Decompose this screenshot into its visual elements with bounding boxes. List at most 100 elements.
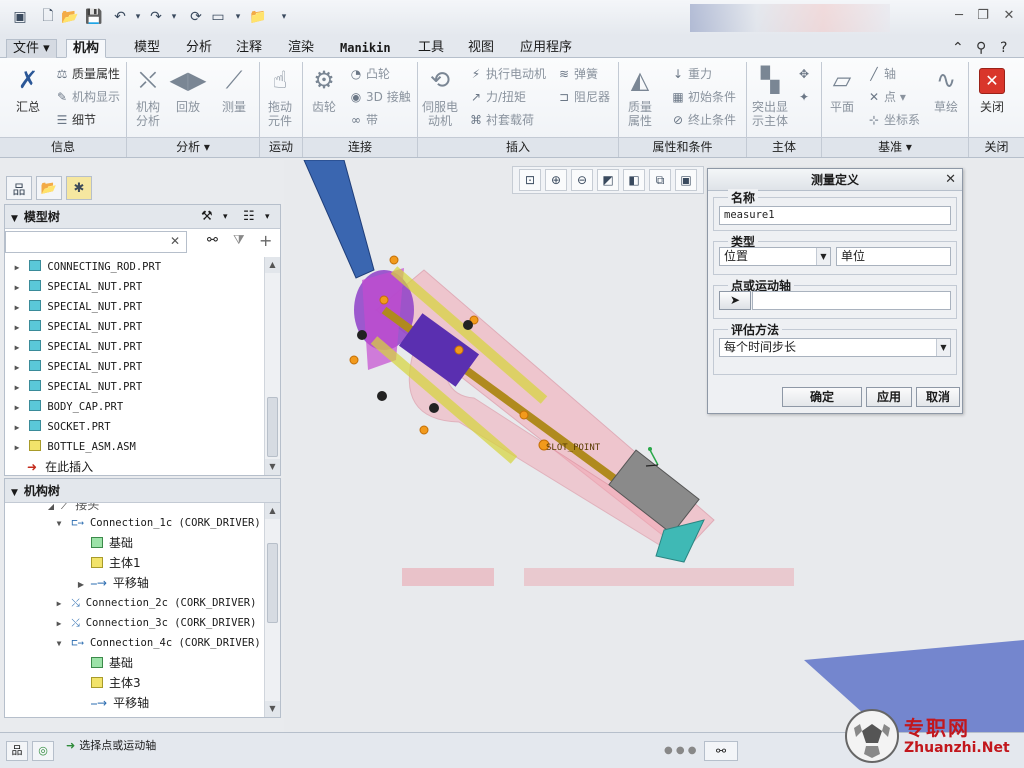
find-toolbar-icon[interactable]: ⚯ (704, 741, 738, 761)
favorites-tab-icon[interactable]: ✱ (66, 176, 92, 200)
servo-motor-button[interactable]: ⟲ 伺服电 动机 (418, 64, 462, 134)
force-torque-button[interactable]: ↗ 力/扭矩 (468, 87, 526, 107)
minimize-icon[interactable]: ─ (948, 8, 970, 26)
tab-view[interactable]: 视图 (462, 39, 500, 58)
connection-item[interactable]: ▶ ⤯ Connection_2c (CORK_DRIVER) (53, 593, 257, 613)
point-axis-input[interactable] (752, 291, 951, 310)
find-icon[interactable]: ⚯ (207, 233, 218, 248)
tab-file[interactable]: 文件 ▾ (6, 39, 57, 58)
playback-button[interactable]: ◀▶ 回放 (166, 64, 210, 134)
refit-icon[interactable]: ⊡ (519, 169, 541, 191)
connection-item[interactable]: ▼ ⊏→ Connection_1c (CORK_DRIVER) (53, 513, 261, 533)
close-window-icon[interactable]: 📁 (248, 7, 268, 27)
collapse-model-tree-icon[interactable]: ▼ (11, 214, 18, 224)
ok-button[interactable]: 确定 (782, 387, 862, 407)
tree-item[interactable]: ▶ SPECIAL_NUT.PRT (11, 277, 142, 297)
measure-button[interactable]: ⟋ 测量 (212, 64, 256, 134)
browser-toggle-icon[interactable]: ◎ (32, 741, 54, 761)
mech-analysis-button[interactable]: ⛌ 机构 分析 (126, 64, 170, 134)
termination-condition-button[interactable]: ⊘ 终止条件 (670, 110, 736, 130)
annotation-display-icon[interactable]: ▣ (675, 169, 697, 191)
windows-icon[interactable]: ▭ (208, 7, 228, 27)
connection-item[interactable]: ▶ ⤯ Connection_3c (CORK_DRIVER) (53, 613, 257, 633)
highlight-bodies-button[interactable]: ▚ 突出显 示主体 (748, 64, 792, 134)
damper-button[interactable]: ⊐ 阻尼器 (556, 87, 610, 107)
plane-button[interactable]: ▱ 平面 (820, 64, 864, 134)
scroll-up-icon[interactable]: ▲ (265, 503, 280, 519)
tree-columns-icon[interactable]: ☷ (243, 205, 255, 229)
csys-button[interactable]: ⊹ 坐标系 (866, 110, 920, 130)
tree-leaf[interactable]: 基础 (91, 533, 133, 553)
tab-model[interactable]: 模型 (128, 39, 166, 58)
redo-dropdown-icon[interactable]: ▾ (164, 7, 184, 27)
drag-components-button[interactable]: ☝ 拖动 元件 (258, 64, 302, 134)
body-tool-1-icon[interactable]: ✥ (796, 64, 814, 84)
mass-properties-button[interactable]: ⚖ 质量属性 (54, 64, 120, 84)
tree-item[interactable]: ▶ SPECIAL_NUT.PRT (11, 297, 142, 317)
close-icon[interactable]: ✕ (998, 8, 1020, 26)
tree-item[interactable]: ▶ BOTTLE_ASM.ASM (11, 437, 136, 457)
tree-search-input[interactable]: ✕ (5, 231, 187, 253)
clear-search-icon[interactable]: ✕ (170, 234, 180, 248)
display-style-icon[interactable]: ◧ (623, 169, 645, 191)
navigator-toggle-icon[interactable]: 品 (6, 741, 28, 761)
force-motor-button[interactable]: ⚡ 执行电动机 (468, 64, 546, 84)
body-tool-2-icon[interactable]: ✦ (796, 87, 814, 107)
axis-button[interactable]: ╱ 轴 (866, 64, 896, 84)
tree-leaf[interactable]: 主体3 (91, 673, 141, 693)
search-icon[interactable]: ⚲ (976, 40, 986, 56)
detail-button[interactable]: ☰ 细节 (54, 110, 96, 130)
help-icon[interactable]: ? (1000, 40, 1007, 56)
apply-button[interactable]: 应用 (866, 387, 912, 407)
point-button[interactable]: ✕ 点 ▾ (866, 87, 906, 107)
cam-button[interactable]: ◔ 凸轮 (348, 64, 390, 84)
collapse-ribbon-icon[interactable]: ⌃ (952, 40, 964, 56)
initial-condition-button[interactable]: ▦ 初始条件 (670, 87, 736, 107)
undo-dropdown-icon[interactable]: ▾ (128, 7, 148, 27)
tree-leaf[interactable]: 基础 (91, 653, 133, 673)
mechanism-tree-scrollbar[interactable]: ▲ ▼ (264, 503, 280, 717)
connection-item[interactable]: ▼ ⊏→ Connection_4c (CORK_DRIVER) (53, 633, 261, 653)
regenerate-icon[interactable]: ⟳ (186, 7, 206, 27)
evaluation-method-select[interactable]: 每个时间步长 ▼ (719, 338, 951, 357)
scroll-up-icon[interactable]: ▲ (265, 257, 280, 273)
save-icon[interactable]: 💾 (84, 7, 104, 27)
select-pointer-button[interactable]: ➤ (719, 291, 751, 310)
undo-icon[interactable]: ↶ (110, 7, 130, 27)
redo-icon[interactable]: ↷ (146, 7, 166, 27)
scroll-thumb[interactable] (267, 543, 278, 623)
gear-button[interactable]: ⚙ 齿轮 (302, 64, 346, 134)
tab-applications[interactable]: 应用程序 (514, 39, 578, 58)
chevron-down-icon[interactable]: ▼ (936, 339, 950, 356)
summary-button[interactable]: ✗ 汇总 (6, 64, 50, 134)
tree-item[interactable]: ▶ SPECIAL_NUT.PRT (11, 357, 142, 377)
tree-item[interactable]: ▶ SPECIAL_NUT.PRT (11, 317, 142, 337)
tree-item[interactable]: ▶ CONNECTING_ROD.PRT (11, 257, 161, 277)
tree-item[interactable]: ▶ BODY_CAP.PRT (11, 397, 123, 417)
windows-dropdown-icon[interactable]: ▾ (228, 7, 248, 27)
repaint-icon[interactable]: ◩ (597, 169, 619, 191)
contact-3d-button[interactable]: ◉ 3D 接触 (348, 87, 411, 107)
bushing-load-button[interactable]: ⌘ 衬套载荷 (468, 110, 534, 130)
spring-button[interactable]: ≋ 弹簧 (556, 64, 598, 84)
chevron-down-icon[interactable]: ▼ (816, 248, 830, 265)
belt-button[interactable]: ∞ 带 (348, 110, 378, 130)
restore-icon[interactable]: ❐ (972, 8, 994, 26)
measure-name-input[interactable]: measure1 (719, 206, 951, 225)
insert-here-item[interactable]: ➜ 在此插入 (27, 457, 93, 475)
new-file-icon[interactable]: 🗋 (38, 7, 58, 27)
group-datum-label[interactable]: 基准 ▾ (822, 137, 968, 157)
tree-settings-icon[interactable]: ⚒ (201, 205, 213, 229)
open-folder-icon[interactable]: 📂 (60, 7, 80, 27)
collapse-mech-tree-icon[interactable]: ▼ (11, 488, 18, 498)
cancel-button[interactable]: 取消 (916, 387, 960, 407)
tree-item[interactable]: ▶ SPECIAL_NUT.PRT (11, 377, 142, 397)
tab-mechanism[interactable]: 机构 (66, 39, 107, 58)
gravity-button[interactable]: ↓ 重力 (670, 64, 712, 84)
unit-field[interactable]: 单位 (836, 247, 951, 266)
tab-render[interactable]: 渲染 (282, 39, 320, 58)
scroll-down-icon[interactable]: ▼ (265, 459, 280, 475)
filter-icon[interactable]: ⧩ (233, 233, 245, 248)
tree-item[interactable]: ▶ SPECIAL_NUT.PRT (11, 337, 142, 357)
zoom-out-icon[interactable]: ⊖ (571, 169, 593, 191)
